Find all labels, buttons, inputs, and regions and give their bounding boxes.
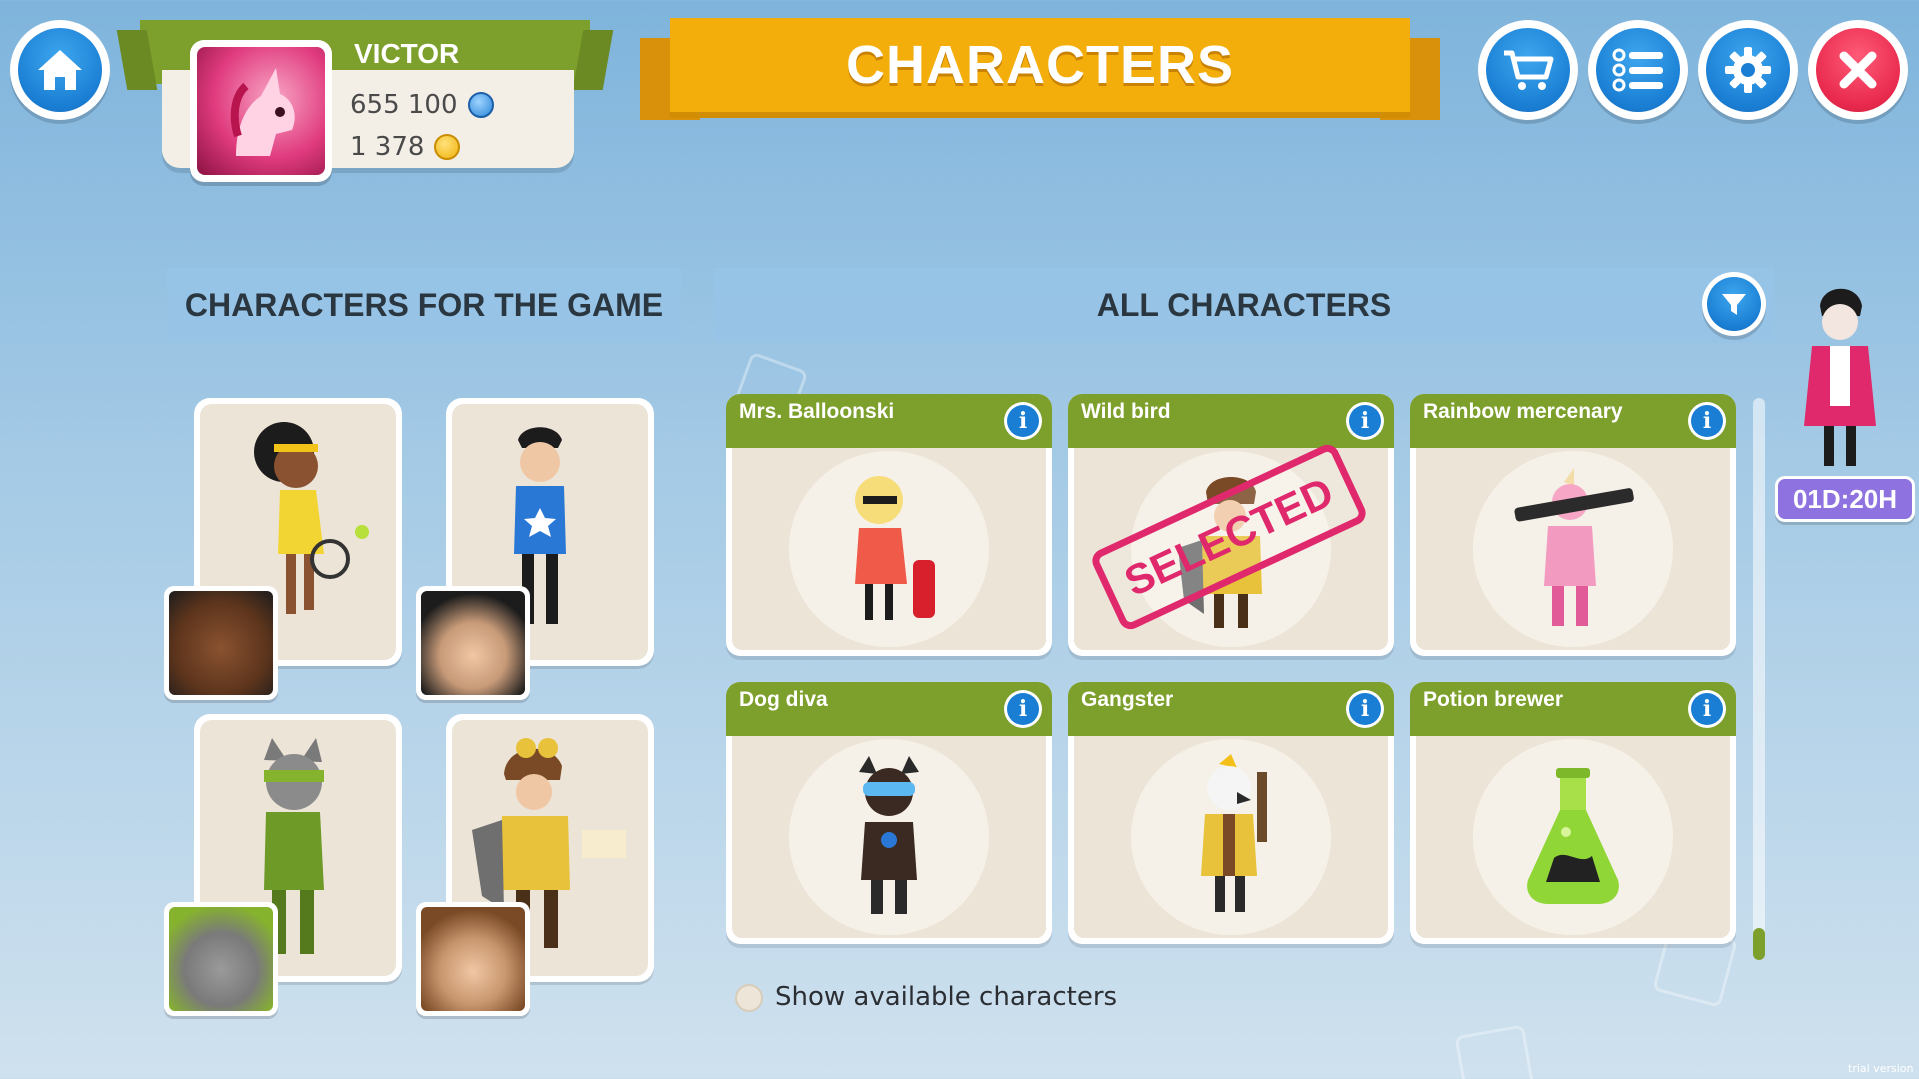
character-card[interactable]: Gangster i bbox=[1068, 682, 1394, 944]
tasks-button[interactable] bbox=[1588, 20, 1688, 120]
cart-icon bbox=[1504, 50, 1554, 90]
game-characters-header: CHARACTERS FOR THE GAME bbox=[167, 268, 681, 342]
character-card[interactable]: Potion brewer i bbox=[1410, 682, 1736, 944]
tasks-icon bbox=[1612, 48, 1663, 92]
info-button[interactable]: i bbox=[1688, 402, 1726, 440]
character-name: Mrs. Balloonski bbox=[739, 400, 895, 423]
character-name: Wild bird bbox=[1081, 400, 1171, 423]
close-icon bbox=[1839, 51, 1877, 89]
game-slot-3-portrait bbox=[164, 902, 278, 1016]
game-slot-1-portrait bbox=[164, 586, 278, 700]
rainbow-unicorn-figure bbox=[1514, 468, 1634, 626]
character-card[interactable]: Mrs. Balloonski i bbox=[726, 394, 1052, 656]
dog-diva-figure bbox=[859, 756, 919, 914]
balloon-lady-figure bbox=[855, 476, 935, 620]
watermark: trial version bbox=[1848, 1062, 1914, 1075]
game-slot-4-portrait bbox=[416, 902, 530, 1016]
unicorn-avatar-icon bbox=[230, 68, 295, 156]
info-icon: i bbox=[1007, 405, 1039, 437]
potion-flask-icon bbox=[1527, 768, 1619, 904]
filter-button[interactable] bbox=[1702, 272, 1766, 336]
game-slot-2-portrait bbox=[416, 586, 530, 700]
offer-timer: 01D:20H bbox=[1775, 476, 1915, 522]
info-button[interactable]: i bbox=[1004, 690, 1042, 728]
info-button[interactable]: i bbox=[1688, 690, 1726, 728]
title-banner: CHARACTERS bbox=[670, 18, 1410, 112]
character-card[interactable]: Dog diva i bbox=[726, 682, 1052, 944]
home-button[interactable] bbox=[10, 20, 110, 120]
character-card[interactable]: Rainbow mercenary i bbox=[1410, 394, 1736, 656]
info-icon: i bbox=[1349, 693, 1381, 725]
info-icon: i bbox=[1691, 405, 1723, 437]
player-avatar[interactable] bbox=[190, 40, 332, 182]
info-icon: i bbox=[1349, 405, 1381, 437]
gem-icon bbox=[467, 92, 494, 118]
home-icon bbox=[38, 50, 82, 90]
coins-value: 1 378 bbox=[350, 132, 425, 162]
settings-button[interactable] bbox=[1698, 20, 1798, 120]
scrollbar-track[interactable] bbox=[1753, 398, 1765, 960]
background-decoration bbox=[1454, 1024, 1536, 1079]
character-name: Dog diva bbox=[739, 688, 828, 711]
coin-icon bbox=[434, 134, 461, 160]
scrollbar-thumb[interactable] bbox=[1753, 928, 1765, 960]
game-characters-title: CHARACTERS FOR THE GAME bbox=[184, 286, 664, 323]
info-icon: i bbox=[1007, 693, 1039, 725]
character-name: Rainbow mercenary bbox=[1423, 400, 1623, 423]
close-button[interactable] bbox=[1808, 20, 1908, 120]
info-button[interactable]: i bbox=[1346, 402, 1384, 440]
info-icon: i bbox=[1691, 693, 1723, 725]
gems-value: 655 100 bbox=[350, 90, 458, 120]
show-available-checkbox[interactable] bbox=[735, 984, 763, 1012]
coins-balance: 1 378 bbox=[350, 132, 461, 162]
show-available-label[interactable]: Show available characters bbox=[775, 982, 1117, 1012]
info-button[interactable]: i bbox=[1004, 402, 1042, 440]
all-characters-header: ALL CHARACTERS bbox=[714, 268, 1774, 342]
shop-button[interactable] bbox=[1478, 20, 1578, 120]
filter-icon bbox=[1722, 294, 1746, 315]
player-name: VICTOR bbox=[354, 38, 460, 69]
featured-character-figure[interactable] bbox=[1790, 276, 1890, 476]
character-name: Potion brewer bbox=[1423, 688, 1564, 711]
gems-balance: 655 100 bbox=[350, 90, 494, 120]
all-characters-title: ALL CHARACTERS bbox=[1096, 286, 1392, 323]
page-title: CHARACTERS bbox=[846, 35, 1234, 95]
gear-icon bbox=[1725, 47, 1771, 93]
info-button[interactable]: i bbox=[1346, 690, 1384, 728]
gangster-parrot-figure bbox=[1201, 754, 1267, 912]
character-name: Gangster bbox=[1081, 688, 1174, 711]
